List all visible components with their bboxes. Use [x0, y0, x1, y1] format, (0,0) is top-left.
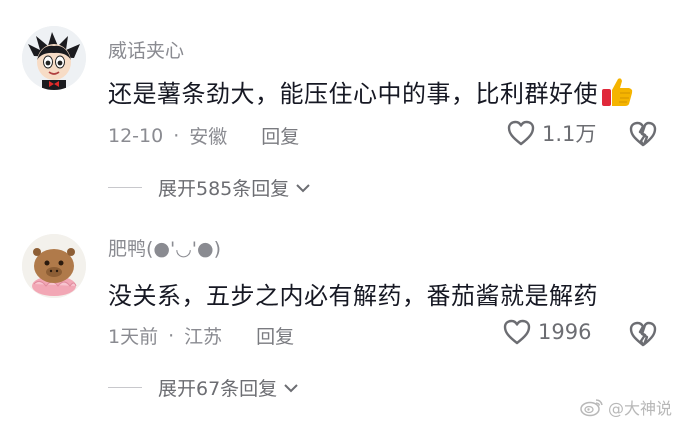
heart-icon — [507, 120, 535, 146]
expand-replies-1[interactable]: 展开585条回复 — [108, 174, 311, 201]
reply-button-2[interactable]: 回复 — [256, 322, 294, 349]
weibo-icon — [580, 399, 603, 417]
expand-replies-label-1: 展开585条回复 — [158, 178, 290, 200]
dislike-button-2[interactable] — [628, 320, 658, 352]
comment-location-1: 安徽 — [189, 126, 228, 148]
broken-heart-icon — [629, 121, 657, 147]
thumbs-up-icon — [602, 78, 633, 106]
comment-text-1: 还是薯条劲大，能压住心中的事，比利群好使 — [108, 74, 634, 109]
broken-heart-icon — [629, 321, 657, 347]
chevron-down-icon — [284, 383, 298, 392]
expand-replies-2[interactable]: 展开67条回复 — [108, 374, 299, 401]
astro-boy-avatar-icon — [22, 26, 86, 90]
divider-line — [108, 387, 142, 388]
like-count-2: 1996 — [538, 320, 592, 344]
heart-icon — [503, 319, 531, 345]
chevron-down-icon — [296, 183, 310, 192]
avatar-2[interactable] — [22, 234, 86, 298]
comment-text-1-body: 还是薯条劲大，能压住心中的事，比利群好使 — [108, 80, 598, 108]
dislike-button-1[interactable] — [628, 120, 658, 152]
comment-meta-1: 12-10 · 安徽 回复 — [108, 122, 299, 149]
like-button-1[interactable]: 1.1万 — [506, 118, 596, 148]
like-button-2[interactable]: 1996 — [502, 318, 591, 346]
divider-line — [108, 187, 142, 188]
meta-separator-1: · — [173, 124, 180, 147]
like-count-1: 1.1万 — [542, 122, 597, 146]
meta-separator-2: · — [168, 324, 175, 347]
reply-button-1[interactable]: 回复 — [261, 122, 299, 149]
expand-replies-label-2: 展开67条回复 — [158, 378, 278, 400]
avatar-1[interactable] — [22, 26, 86, 90]
username-1[interactable]: 威话夹心 — [108, 36, 184, 63]
capybara-avatar-icon — [22, 234, 86, 298]
watermark: @大神说 — [580, 395, 672, 419]
comment-date-2: 1天前 — [108, 326, 159, 348]
comment-meta-2: 1天前 · 江苏 回复 — [108, 322, 294, 349]
comment-location-2: 江苏 — [184, 326, 223, 348]
watermark-text: @大神说 — [607, 399, 672, 418]
comment-1: 威话夹心 还是薯条劲大，能压住心中的事，比利群好使 12-10 · 安徽 回复 … — [0, 0, 690, 210]
username-2[interactable]: 肥鸭(●'◡'●) — [108, 234, 221, 261]
comment-date-1: 12-10 — [108, 124, 164, 147]
comment-text-2: 没关系，五步之内必有解药，番茄酱就是解药 — [108, 282, 598, 310]
